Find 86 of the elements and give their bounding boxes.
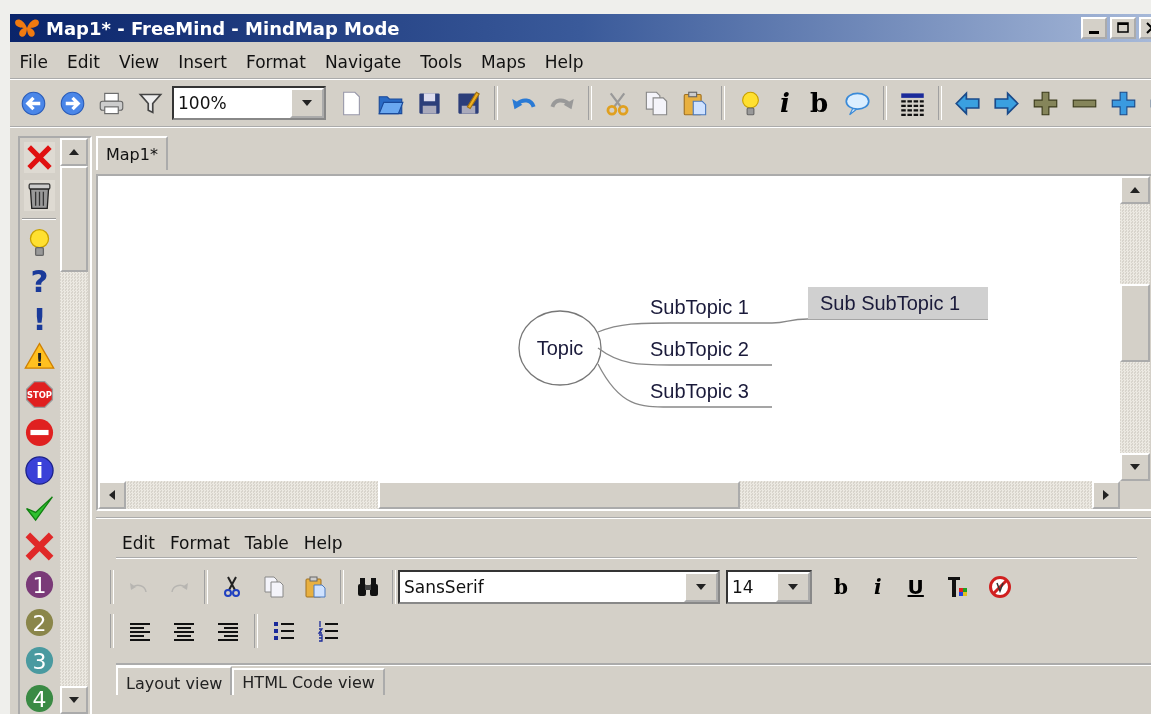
clipboard-icon[interactable] [682,89,709,117]
bulleted-list-icon[interactable] [272,619,296,643]
caret-left-icon [108,489,116,501]
maximize-icon [1115,21,1131,35]
view-tab[interactable]: HTML Code view [232,668,385,695]
caret-down-icon [787,583,799,591]
clipboard-icon[interactable] [304,575,328,599]
bold-button[interactable]: b [830,577,852,597]
caret-down-icon [1129,463,1141,471]
topic-node[interactable]: SubTopic 3 [650,380,749,402]
scroll-right-button[interactable] [1092,481,1120,509]
caret-right-icon [1102,489,1110,501]
zoom-combo-box[interactable]: 100% [172,86,326,120]
menu-item[interactable]: Help [297,533,352,553]
scroll-thumb[interactable] [1120,284,1150,362]
caret-up-icon [68,148,80,156]
root-node[interactable]: Topic [518,310,602,386]
menu-item[interactable]: Format [163,533,239,553]
number-icon[interactable]: 2 [23,607,55,638]
menu-item[interactable]: Tools [410,52,472,72]
caret-down-icon [695,583,707,591]
topic-node[interactable]: SubTopic 2 [650,338,749,360]
scroll-thumb[interactable] [60,166,88,272]
forward-icon[interactable] [59,89,86,117]
dropdown-button[interactable] [776,572,810,602]
number-icon[interactable]: 1 [23,569,55,600]
menu-item[interactable]: Edit [57,52,110,72]
trash-can-icon[interactable] [23,180,55,211]
menu-item[interactable]: View [109,52,169,72]
font-size-combo-box[interactable]: 14 [726,570,812,604]
minimize-icon [1089,30,1099,34]
scroll-up-button[interactable] [60,138,88,166]
scroll-up-button[interactable] [1120,176,1150,204]
caret-down-icon [68,696,80,704]
underline-button[interactable]: U [903,577,928,597]
no-entry-icon[interactable] [23,417,55,448]
window-title: Map1* - FreeMind - MindMap Mode [46,17,400,39]
menu-item[interactable]: Edit [116,533,164,553]
scroll-left-button[interactable] [98,481,126,509]
text-color-icon[interactable] [945,575,970,599]
binoculars-icon[interactable] [356,575,380,599]
floppy-disk-pencil-icon[interactable] [455,89,482,117]
dropdown-button[interactable] [290,88,324,118]
scrollbar[interactable] [98,481,1120,509]
menu-item[interactable]: Table [238,533,298,553]
scroll-down-button[interactable] [1120,453,1150,481]
italic-button[interactable]: i [870,577,886,597]
topic-node[interactable]: SubTopic 1 [650,296,749,318]
cross-icon[interactable] [23,531,55,562]
menu-item[interactable]: Insert [168,52,237,72]
plus-icon[interactable] [1032,89,1060,117]
left-arrow-icon[interactable] [954,89,982,117]
menu-item[interactable]: Help [535,52,594,72]
scroll-down-button[interactable] [60,686,88,714]
info-icon[interactable]: i [23,455,55,486]
menu-item[interactable]: Format [236,52,316,72]
bold-button[interactable]: b [805,90,833,116]
copy-icon[interactable] [643,89,670,117]
menu-item[interactable]: Maps [471,52,536,72]
exclamation-mark-icon[interactable]: ! [23,303,55,334]
numbered-list-icon[interactable] [316,619,340,643]
menu-item[interactable]: File [10,52,58,72]
scrollbar[interactable] [60,138,88,714]
scrollbar[interactable] [1120,176,1150,481]
stop-sign-icon[interactable]: STOP [23,379,55,410]
clear-format-icon[interactable] [987,575,1012,599]
right-arrow-icon[interactable] [993,89,1021,117]
dropdown-button[interactable] [684,572,718,602]
menu-item[interactable]: Navigate [315,52,411,72]
butterfly-icon [14,17,40,39]
view-tab[interactable]: Layout view [116,666,233,695]
map-tab[interactable]: Map1* [96,136,168,170]
plus-icon[interactable] [1110,89,1138,117]
minimize-button[interactable] [1081,17,1107,39]
warning-icon[interactable]: ! [23,341,55,372]
maximize-button[interactable] [1110,17,1136,39]
scroll-thumb[interactable] [378,481,740,509]
caret-up-icon [1129,186,1141,194]
caret-down-icon [301,99,313,107]
back-icon[interactable] [20,89,47,117]
topic-node[interactable]: Sub SubTopic 1 [808,287,988,319]
close-icon[interactable] [23,142,55,173]
italic-button[interactable]: i [776,90,794,116]
font-combo-box[interactable]: SansSerif [398,570,720,604]
number-icon[interactable]: 4 [23,683,55,714]
question-mark-icon[interactable]: ? [23,265,55,296]
